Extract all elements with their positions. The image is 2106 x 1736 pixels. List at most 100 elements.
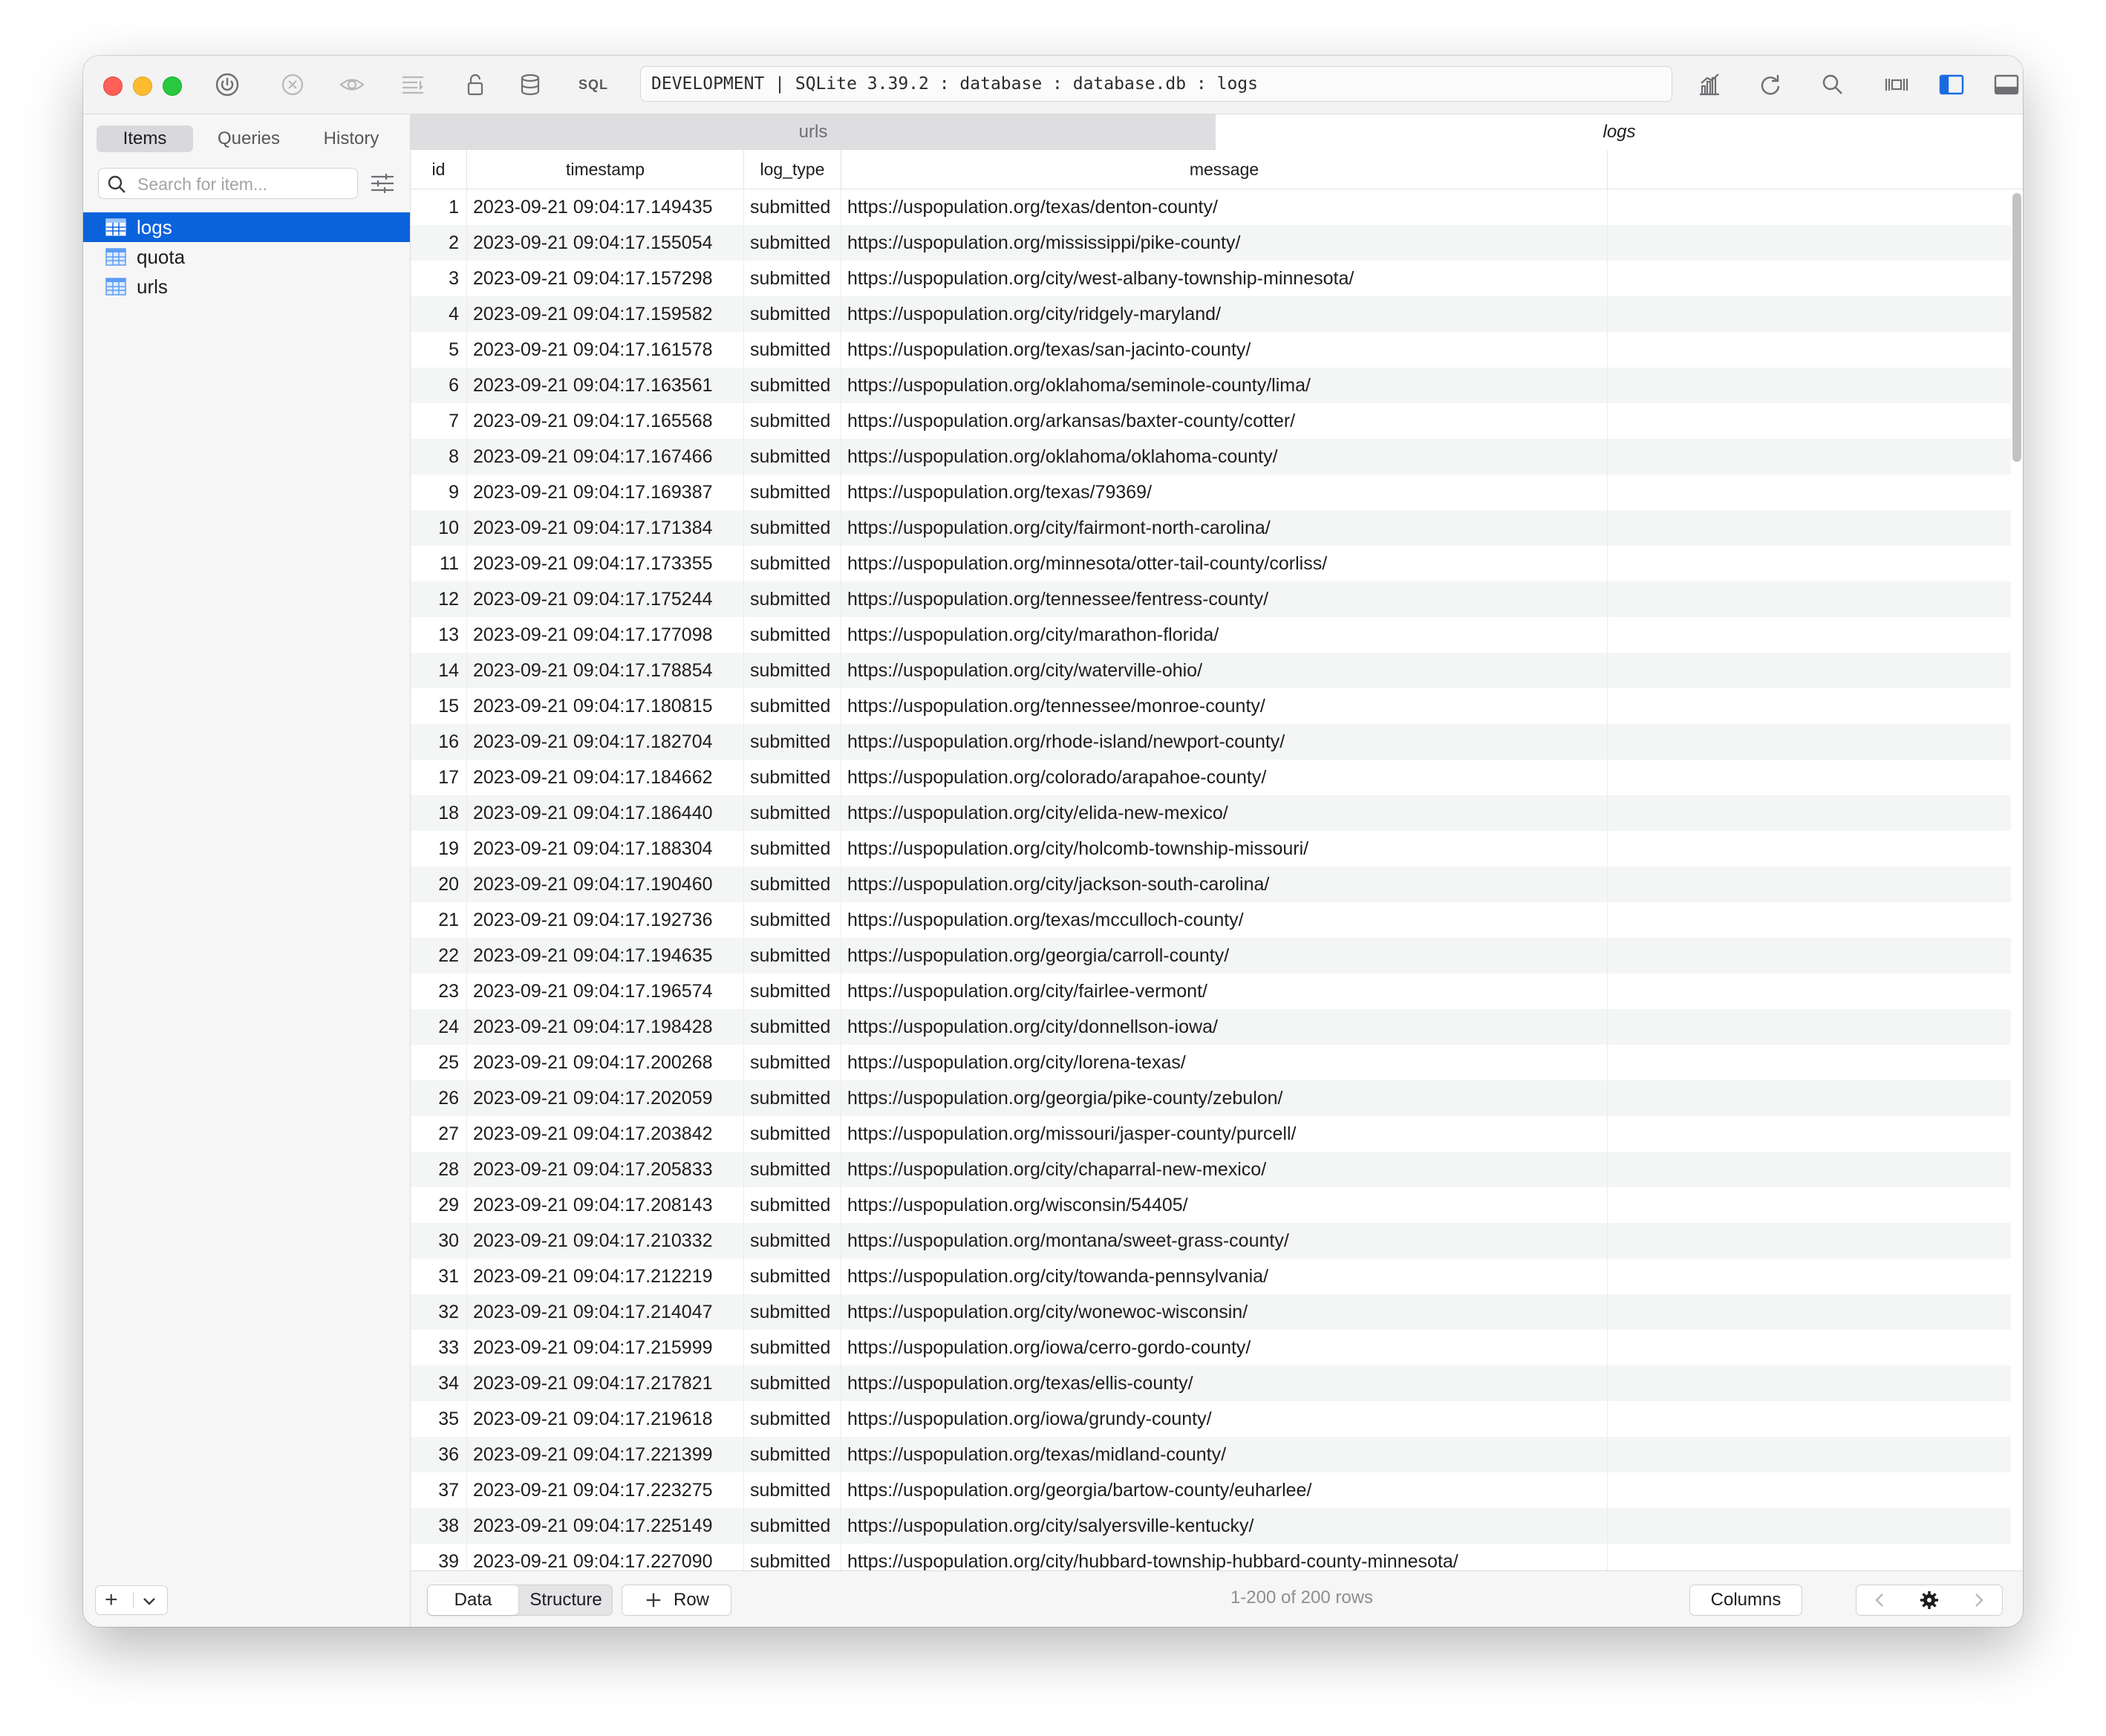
cell-id[interactable]: 17 bbox=[411, 760, 467, 795]
cell-message[interactable]: https://uspopulation.org/city/jackson-so… bbox=[841, 867, 1608, 902]
cell-timestamp[interactable]: 2023-09-21 09:04:17.186440 bbox=[467, 795, 744, 831]
column-header-log-type[interactable]: log_type bbox=[744, 150, 841, 189]
cell-message[interactable]: https://uspopulation.org/georgia/carroll… bbox=[841, 938, 1608, 973]
cell-id[interactable]: 2 bbox=[411, 225, 467, 261]
table-row[interactable]: 13 2023-09-21 09:04:17.177098 submitted htt… bbox=[411, 617, 2011, 653]
cell-log-type[interactable]: submitted bbox=[744, 368, 841, 403]
cell-id[interactable]: 13 bbox=[411, 617, 467, 653]
table-row[interactable]: 8 2023-09-21 09:04:17.167466 submitted http… bbox=[411, 439, 2011, 474]
table-row[interactable]: 1 2023-09-21 09:04:17.149435 submitted http… bbox=[411, 189, 2011, 225]
cell-log-type[interactable]: submitted bbox=[744, 1187, 841, 1223]
cell-timestamp[interactable]: 2023-09-21 09:04:17.202059 bbox=[467, 1080, 744, 1116]
cell-message[interactable]: https://uspopulation.org/texas/79369/ bbox=[841, 474, 1608, 510]
cell-id[interactable]: 12 bbox=[411, 581, 467, 617]
cell-log-type[interactable]: submitted bbox=[744, 653, 841, 688]
cell-timestamp[interactable]: 2023-09-21 09:04:17.177098 bbox=[467, 617, 744, 653]
gear-icon[interactable] bbox=[1919, 1590, 1940, 1611]
cell-id[interactable]: 24 bbox=[411, 1009, 467, 1045]
cell-id[interactable]: 8 bbox=[411, 439, 467, 474]
cell-id[interactable]: 26 bbox=[411, 1080, 467, 1116]
cell-timestamp[interactable]: 2023-09-21 09:04:17.169387 bbox=[467, 474, 744, 510]
table-row[interactable]: 36 2023-09-21 09:04:17.221399 submitted htt… bbox=[411, 1437, 2011, 1472]
table-row[interactable]: 23 2023-09-21 09:04:17.196574 submitted htt… bbox=[411, 973, 2011, 1009]
sliders-icon[interactable] bbox=[368, 169, 397, 198]
table-row[interactable]: 24 2023-09-21 09:04:17.198428 submitted htt… bbox=[411, 1009, 2011, 1045]
tab-logs[interactable]: logs bbox=[1216, 114, 2023, 150]
cell-timestamp[interactable]: 2023-09-21 09:04:17.196574 bbox=[467, 973, 744, 1009]
cell-log-type[interactable]: submitted bbox=[744, 1544, 841, 1570]
cell-log-type[interactable]: submitted bbox=[744, 403, 841, 439]
cell-timestamp[interactable]: 2023-09-21 09:04:17.221399 bbox=[467, 1437, 744, 1472]
cell-timestamp[interactable]: 2023-09-21 09:04:17.214047 bbox=[467, 1294, 744, 1330]
cell-timestamp[interactable]: 2023-09-21 09:04:17.225149 bbox=[467, 1508, 744, 1544]
cell-timestamp[interactable]: 2023-09-21 09:04:17.194635 bbox=[467, 938, 744, 973]
table-row[interactable]: 22 2023-09-21 09:04:17.194635 submitted htt… bbox=[411, 938, 2011, 973]
vertical-scrollbar[interactable] bbox=[2012, 193, 2021, 462]
cell-message[interactable]: https://uspopulation.org/oklahoma/semino… bbox=[841, 368, 1608, 403]
cell-message[interactable]: https://uspopulation.org/texas/mcculloch… bbox=[841, 902, 1608, 938]
cell-id[interactable]: 9 bbox=[411, 474, 467, 510]
left-panel-icon[interactable] bbox=[1935, 68, 1968, 101]
cell-timestamp[interactable]: 2023-09-21 09:04:17.155054 bbox=[467, 225, 744, 261]
cell-id[interactable]: 27 bbox=[411, 1116, 467, 1152]
table-row[interactable]: 34 2023-09-21 09:04:17.217821 submitted htt… bbox=[411, 1365, 2011, 1401]
cell-timestamp[interactable]: 2023-09-21 09:04:17.188304 bbox=[467, 831, 744, 867]
cell-log-type[interactable]: submitted bbox=[744, 1223, 841, 1259]
cell-id[interactable]: 22 bbox=[411, 938, 467, 973]
cell-timestamp[interactable]: 2023-09-21 09:04:17.227090 bbox=[467, 1544, 744, 1570]
cell-log-type[interactable]: submitted bbox=[744, 1116, 841, 1152]
cell-message[interactable]: https://uspopulation.org/iowa/cerro-gord… bbox=[841, 1330, 1608, 1365]
search-icon[interactable] bbox=[1816, 68, 1849, 101]
zoom-window-button[interactable] bbox=[163, 76, 182, 96]
add-item-button[interactable]: + bbox=[105, 1589, 118, 1611]
cell-timestamp[interactable]: 2023-09-21 09:04:17.173355 bbox=[467, 546, 744, 581]
cell-id[interactable]: 33 bbox=[411, 1330, 467, 1365]
cell-message[interactable]: https://uspopulation.org/montana/sweet-g… bbox=[841, 1223, 1608, 1259]
cell-id[interactable]: 14 bbox=[411, 653, 467, 688]
add-row-button[interactable]: Row bbox=[622, 1585, 731, 1616]
data-view-button[interactable]: Data bbox=[428, 1585, 518, 1615]
cell-log-type[interactable]: submitted bbox=[744, 1080, 841, 1116]
sidebar-item-urls[interactable]: urls bbox=[83, 272, 410, 301]
sql-button[interactable]: SQL bbox=[575, 68, 612, 101]
cell-message[interactable]: https://uspopulation.org/iowa/grundy-cou… bbox=[841, 1401, 1608, 1437]
cell-id[interactable]: 15 bbox=[411, 688, 467, 724]
cell-message[interactable]: https://uspopulation.org/city/waterville… bbox=[841, 653, 1608, 688]
chevron-down-icon[interactable] bbox=[139, 1590, 160, 1611]
chart-icon[interactable] bbox=[1693, 68, 1726, 101]
cell-timestamp[interactable]: 2023-09-21 09:04:17.157298 bbox=[467, 261, 744, 296]
cell-log-type[interactable]: submitted bbox=[744, 688, 841, 724]
table-row[interactable]: 37 2023-09-21 09:04:17.223275 submitted htt… bbox=[411, 1472, 2011, 1508]
cell-timestamp[interactable]: 2023-09-21 09:04:17.208143 bbox=[467, 1187, 744, 1223]
table-row[interactable]: 6 2023-09-21 09:04:17.163561 submitted http… bbox=[411, 368, 2011, 403]
cell-message[interactable]: https://uspopulation.org/missouri/jasper… bbox=[841, 1116, 1608, 1152]
tab-urls[interactable]: urls bbox=[411, 114, 1216, 150]
cell-log-type[interactable]: submitted bbox=[744, 938, 841, 973]
cell-timestamp[interactable]: 2023-09-21 09:04:17.149435 bbox=[467, 189, 744, 225]
cell-timestamp[interactable]: 2023-09-21 09:04:17.223275 bbox=[467, 1472, 744, 1508]
cell-log-type[interactable]: submitted bbox=[744, 225, 841, 261]
table-row[interactable]: 31 2023-09-21 09:04:17.212219 submitted htt… bbox=[411, 1259, 2011, 1294]
table-row[interactable]: 18 2023-09-21 09:04:17.186440 submitted htt… bbox=[411, 795, 2011, 831]
search-input[interactable]: Search for item... bbox=[98, 168, 358, 199]
cell-log-type[interactable]: submitted bbox=[744, 1508, 841, 1544]
cell-log-type[interactable]: submitted bbox=[744, 546, 841, 581]
cell-timestamp[interactable]: 2023-09-21 09:04:17.171384 bbox=[467, 510, 744, 546]
spacing-icon[interactable] bbox=[1880, 68, 1913, 101]
cell-log-type[interactable]: submitted bbox=[744, 1259, 841, 1294]
cell-message[interactable]: https://uspopulation.org/city/wonewoc-wi… bbox=[841, 1294, 1608, 1330]
cell-timestamp[interactable]: 2023-09-21 09:04:17.178854 bbox=[467, 653, 744, 688]
table-row[interactable]: 39 2023-09-21 09:04:17.227090 submitted htt… bbox=[411, 1544, 2011, 1570]
minimize-window-button[interactable] bbox=[133, 76, 152, 96]
text-edit-icon[interactable] bbox=[397, 68, 429, 101]
cell-message[interactable]: https://uspopulation.org/mississippi/pik… bbox=[841, 225, 1608, 261]
cell-message[interactable]: https://uspopulation.org/city/elida-new-… bbox=[841, 795, 1608, 831]
cell-timestamp[interactable]: 2023-09-21 09:04:17.182704 bbox=[467, 724, 744, 760]
table-row[interactable]: 33 2023-09-21 09:04:17.215999 submitted htt… bbox=[411, 1330, 2011, 1365]
cell-message[interactable]: https://uspopulation.org/georgia/pike-co… bbox=[841, 1080, 1608, 1116]
cell-log-type[interactable]: submitted bbox=[744, 1472, 841, 1508]
cell-message[interactable]: https://uspopulation.org/city/hubbard-to… bbox=[841, 1544, 1608, 1570]
cell-message[interactable]: https://uspopulation.org/minnesota/otter… bbox=[841, 546, 1608, 581]
connection-info-bar[interactable]: DEVELOPMENT | SQLite 3.39.2 : database :… bbox=[640, 66, 1672, 102]
sidebar-item-logs[interactable]: logs bbox=[83, 212, 410, 242]
